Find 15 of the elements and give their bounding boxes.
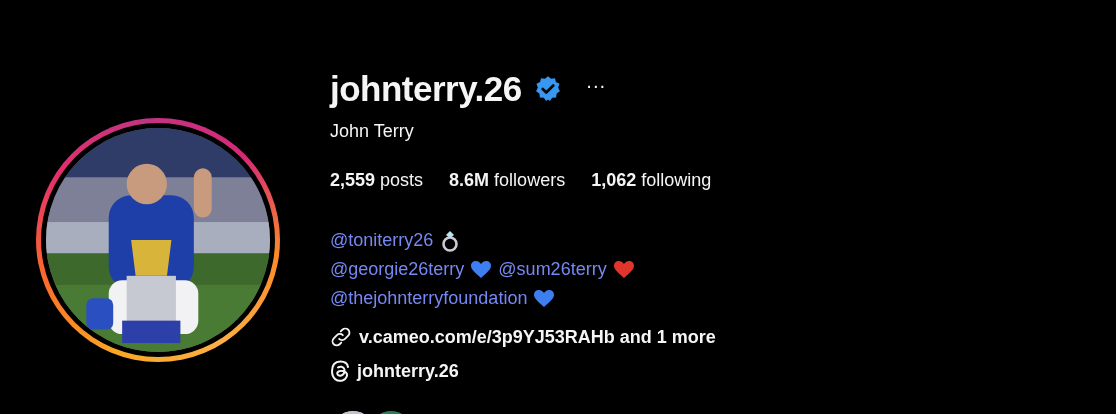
ring-icon	[440, 229, 461, 252]
stat-count[interactable]: 1,062 following	[591, 170, 712, 191]
threads-link[interactable]: johnterry.26	[357, 360, 459, 382]
mention-link[interactable]: @toniterry26	[330, 230, 434, 251]
more-options-button[interactable]: ···	[573, 73, 606, 105]
mention-link[interactable]: @georgie26terry	[330, 259, 465, 280]
website-link[interactable]: v.cameo.com/e/3p9YJ53RAHb and 1 more	[359, 326, 716, 348]
username: johnterry.26	[330, 69, 522, 109]
threads-icon	[330, 360, 350, 382]
stat-count[interactable]: 8.6M followers	[449, 170, 566, 191]
mention-link[interactable]: @thejohnterryfoundation	[330, 288, 528, 309]
mention-link[interactable]: @sum26terry	[498, 259, 607, 280]
link-icon	[330, 326, 352, 348]
stat-count[interactable]: 2,559 posts	[330, 170, 424, 191]
full-name: John Terry	[330, 121, 415, 142]
